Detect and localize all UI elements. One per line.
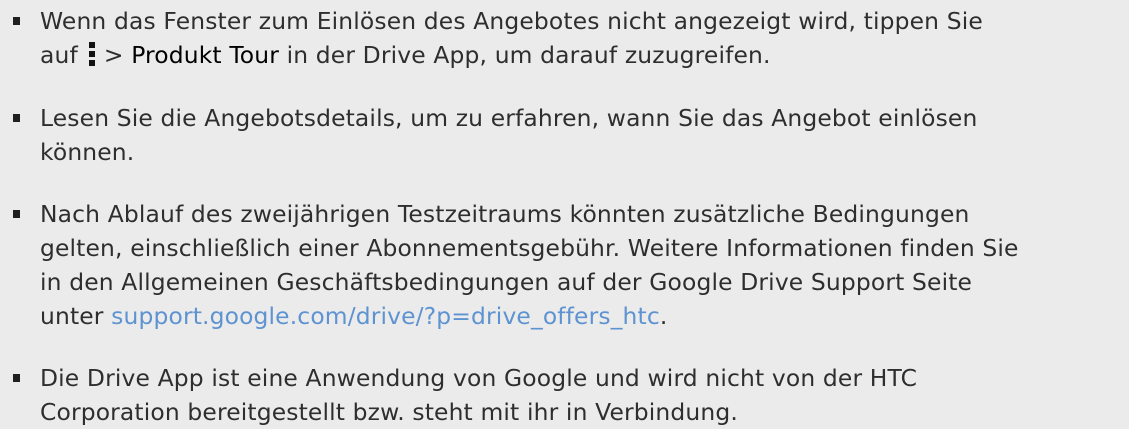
note-text: Lesen Sie die Angebotsdetails, um zu erf… — [40, 101, 1120, 169]
note-text-fragment: in der Drive App, um darauf zuzugreifen. — [286, 41, 771, 69]
note-line: Wenn das Fenster zum Einlösen des Angebo… — [40, 7, 983, 35]
bullet-icon — [13, 210, 20, 218]
note-text-fragment: auf — [40, 41, 78, 69]
note-line: können. — [40, 138, 135, 166]
note-line: Lesen Sie die Angebotsdetails, um zu erf… — [40, 104, 978, 132]
note-text: Wenn das Fenster zum Einlösen des Angebo… — [40, 4, 1120, 72]
note-text-fragment: . — [659, 302, 668, 330]
support-link[interactable]: support.google.com/drive/?p=drive_offers… — [111, 302, 660, 330]
note-line: Corporation bereitgestellt bzw. steht mi… — [40, 398, 738, 426]
overflow-menu-icon — [84, 42, 100, 66]
product-tour-label: Produkt Tour — [131, 41, 279, 69]
note-line: gelten, einschließlich einer Abonnements… — [40, 234, 1019, 262]
breadcrumb-separator: > — [103, 41, 124, 69]
note-line: Nach Ablauf des zweijährigen Testzeitrau… — [40, 200, 970, 228]
bullet-icon — [13, 114, 20, 122]
note-line: in den Allgemeinen Geschäftsbedingungen … — [40, 268, 973, 296]
note-text-fragment: unter — [40, 302, 104, 330]
bullet-icon — [13, 17, 20, 25]
note-line: unter support.google.com/drive/?p=drive_… — [40, 299, 1120, 333]
note-line: Die Drive App ist eine Anwendung von Goo… — [40, 364, 918, 392]
note-line: auf > Produkt Tour in der Drive App, um d… — [40, 38, 1120, 72]
note-text: Nach Ablauf des zweijährigen Testzeitrau… — [40, 197, 1120, 333]
bullet-icon — [13, 374, 20, 382]
